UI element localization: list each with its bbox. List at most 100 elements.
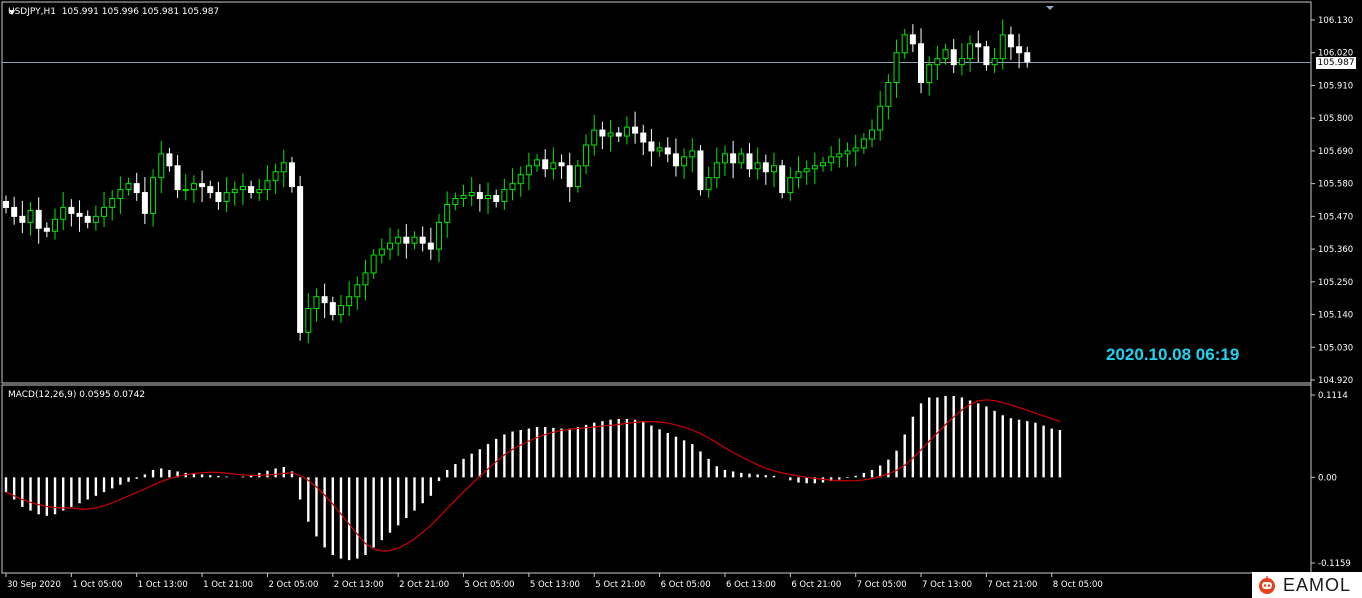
candle-body: [664, 147, 671, 155]
candle-body: [378, 248, 385, 256]
candle-body: [525, 165, 532, 176]
candle-body: [52, 218, 59, 232]
candle-body: [844, 150, 851, 155]
candle-body: [256, 189, 263, 194]
candle-body: [975, 43, 982, 48]
candle-body: [623, 126, 630, 137]
candle-body: [762, 162, 769, 173]
candle-body: [354, 284, 361, 298]
candle-body: [141, 192, 148, 214]
candle-body: [893, 52, 900, 83]
candle-body: [689, 150, 696, 158]
candle-body: [501, 189, 508, 202]
time-tick-label: 8 Oct 05:00: [1053, 580, 1103, 590]
candle-body: [190, 183, 197, 191]
candle-body: [468, 192, 475, 197]
candle-body: [1007, 34, 1014, 48]
candle-body: [713, 162, 720, 179]
candle-body: [68, 206, 75, 214]
candle-body: [509, 183, 516, 191]
chart-canvas: 106.130106.020105.910105.800105.690105.5…: [1, 1, 1353, 590]
candle-body: [550, 162, 557, 170]
candle-body: [746, 153, 753, 170]
price-tick-label: 105.030: [1318, 343, 1353, 353]
candle-body: [983, 46, 990, 66]
candle-body: [109, 198, 116, 208]
current-price-tag: 105.987: [1316, 56, 1356, 69]
time-tick-label: 7 Oct 13:00: [922, 580, 972, 590]
candle-body: [329, 302, 336, 316]
candle-body: [721, 153, 728, 164]
candle-body: [787, 177, 794, 194]
time-tick-label: 30 Sep 2020: [7, 580, 61, 590]
candle-body: [991, 58, 998, 66]
candle-body: [133, 183, 140, 194]
time-tick-label: 1 Oct 05:00: [72, 580, 122, 590]
shift-marker-icon: [1046, 6, 1054, 10]
candle-body: [697, 150, 704, 191]
candle-body: [76, 212, 83, 217]
candle-body: [950, 49, 957, 66]
time-tick-label: 1 Oct 21:00: [203, 580, 253, 590]
candle-body: [542, 159, 549, 170]
candle-body: [444, 203, 451, 223]
candle-body: [754, 162, 761, 170]
price-tick-label: 105.360: [1318, 245, 1353, 255]
candle-body: [231, 189, 238, 194]
time-tick-label: 2 Oct 21:00: [399, 580, 449, 590]
candle-body: [182, 189, 189, 192]
candle-body: [1016, 46, 1023, 54]
candle-body: [35, 209, 42, 229]
candle-body: [934, 58, 941, 66]
timestamp-label: 2020.10.08 06:19: [1106, 345, 1240, 364]
time-tick-label: 5 Oct 13:00: [530, 580, 580, 590]
candle-body: [395, 236, 402, 244]
candle-body: [199, 183, 206, 188]
macd-tick-label: -0.1159: [1318, 559, 1351, 569]
candle-body: [223, 192, 230, 202]
candle-body: [436, 221, 443, 250]
candle-body: [19, 215, 26, 223]
candle-body: [288, 162, 295, 188]
time-tick-label: 6 Oct 21:00: [791, 580, 841, 590]
candle-body: [583, 144, 590, 167]
candle-body: [517, 174, 524, 185]
candle-body: [672, 153, 679, 167]
candle-body: [615, 132, 622, 137]
candle-body: [869, 129, 876, 140]
price-tick-label: 105.690: [1318, 147, 1353, 157]
candle-body: [3, 200, 9, 208]
candle-body: [207, 186, 214, 194]
candle-body: [795, 171, 802, 179]
candle-body: [493, 195, 500, 202]
candle-body: [820, 162, 826, 167]
price-tick-label: 106.130: [1318, 16, 1353, 26]
main-plot-frame: [1, 1, 1312, 384]
candle-body: [427, 242, 434, 250]
candle-body: [460, 195, 467, 200]
time-tick-label: 5 Oct 21:00: [595, 580, 645, 590]
candle-body: [84, 215, 91, 223]
candle-body: [885, 81, 892, 107]
brand-logo: EAMOL: [1252, 572, 1362, 598]
candle-body: [43, 227, 50, 232]
candle-body: [476, 192, 483, 200]
candle-body: [248, 186, 255, 194]
candle-body: [632, 126, 639, 134]
candle-body: [918, 43, 925, 83]
price-tick-label: 105.910: [1318, 81, 1353, 91]
candle-body: [297, 186, 304, 333]
candle-body: [346, 296, 353, 307]
macd-header: MACD(12,26,9) 0.0595 0.0742: [8, 390, 146, 400]
candle-body: [452, 198, 459, 205]
candle-body: [958, 58, 965, 66]
candle-body: [942, 49, 949, 60]
symbol-header: USDJPY,H1 105.991 105.996 105.981 105.98…: [8, 7, 220, 17]
candle-body: [999, 34, 1006, 60]
time-tick-label: 2 Oct 05:00: [268, 580, 318, 590]
candle-body: [803, 168, 810, 173]
macd-tick-label: 0.00: [1318, 473, 1337, 483]
candle-body: [362, 272, 369, 286]
candle-body: [272, 171, 279, 182]
candle-body: [770, 165, 777, 173]
